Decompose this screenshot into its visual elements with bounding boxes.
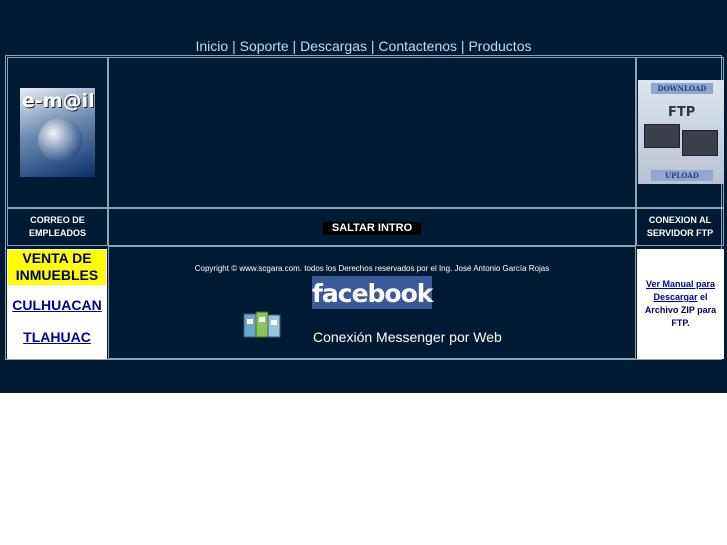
ftp-manual-panel: Ver Manual para Descargar el Archivo ZIP…	[637, 249, 724, 359]
culhuacan-link[interactable]: CULHUACAN	[7, 297, 107, 313]
copyright-text: Copyright © www.scgara.com. todos los De…	[194, 264, 550, 273]
email-logo-icon[interactable]: e-m@il	[20, 88, 95, 177]
laptop-icon	[644, 124, 680, 148]
laptop-icon	[682, 130, 718, 156]
nav-link-inicio[interactable]: Inicio	[196, 38, 229, 54]
facebook-button[interactable]: facebook	[312, 276, 433, 309]
ftp-text: FTP	[668, 105, 696, 120]
email-label: CORREO DE EMPLEADOS	[7, 208, 108, 246]
nav-separator: |	[292, 38, 297, 54]
messenger-web-link[interactable]: Conexión Messenger por Web	[313, 329, 502, 345]
tlahuac-link[interactable]: TLAHUAC	[7, 329, 107, 345]
nav-separator: |	[232, 38, 236, 54]
nav-separator: |	[370, 38, 375, 54]
messenger-icon[interactable]	[243, 311, 281, 340]
nav-link-contactenos[interactable]: Contactenos	[378, 38, 457, 54]
globe-icon	[38, 118, 82, 162]
nav-link-productos[interactable]: Productos	[468, 38, 531, 54]
intro-cell	[108, 57, 636, 208]
skip-intro-button[interactable]: SALTAR INTRO	[323, 222, 421, 235]
ftp-logo-icon[interactable]: DOWNLOAD FTP UPLOAD	[638, 80, 724, 184]
top-navigation: Inicio | Soporte | Descargas | Contacten…	[0, 38, 727, 54]
download-banner: DOWNLOAD	[651, 83, 713, 94]
upload-banner: UPLOAD	[651, 170, 713, 181]
nav-link-soporte[interactable]: Soporte	[240, 38, 289, 54]
real-estate-panel: VENTA DE INMUEBLES CULHUACAN TLAHUAC	[7, 249, 107, 359]
real-estate-heading: VENTA DE INMUEBLES	[8, 250, 106, 285]
nav-link-descargas[interactable]: Descargas	[300, 38, 367, 54]
nav-separator: |	[460, 38, 465, 54]
ftp-label: CONEXION AL SERVIDOR FTP	[636, 208, 724, 246]
